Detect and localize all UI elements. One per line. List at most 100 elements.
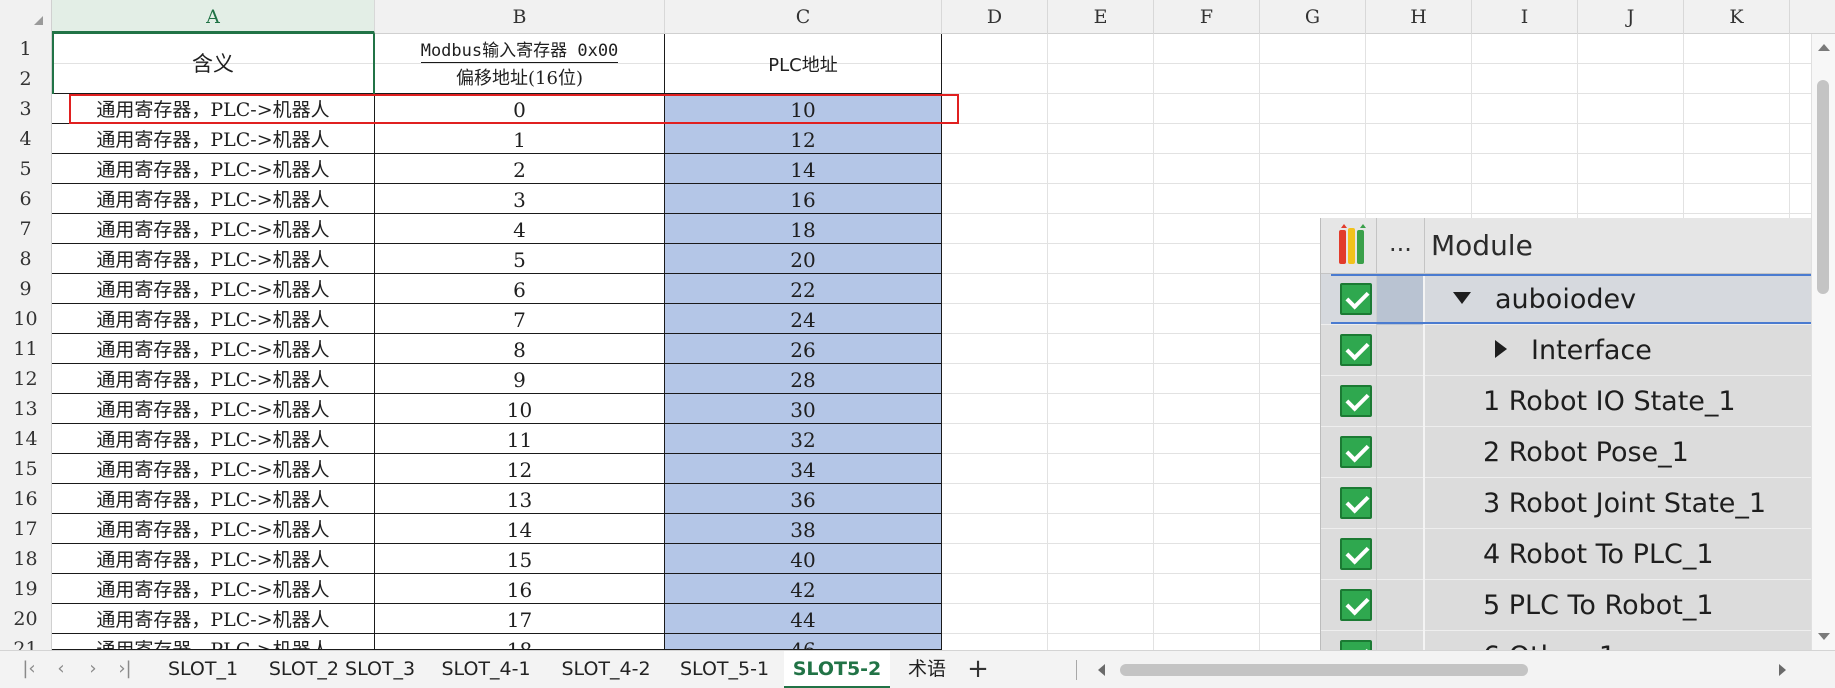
module-row[interactable]: auboiodev (1321, 274, 1811, 325)
row-header-2[interactable]: 2 (0, 64, 52, 94)
module-row[interactable]: Interface (1321, 325, 1811, 376)
sheet-tab[interactable]: SLOT5-2 (784, 651, 890, 688)
module-row[interactable]: 3 Robot Joint State_1 (1321, 478, 1811, 529)
offset-cell[interactable]: 14 (375, 514, 665, 544)
meaning-cell[interactable]: 通用寄存器，PLC->机器人 (52, 184, 375, 214)
offset-cell[interactable]: 10 (375, 394, 665, 424)
offset-cell[interactable]: 12 (375, 454, 665, 484)
expand-down-icon[interactable] (1453, 291, 1471, 304)
sheet-tab[interactable]: SLOT_4-1 (427, 651, 545, 688)
module-name-cell[interactable]: 5 PLC To Robot_1 (1425, 580, 1811, 631)
enabled-checkbox-cell[interactable] (1331, 274, 1377, 325)
offset-cell[interactable]: 13 (375, 484, 665, 514)
meaning-cell[interactable]: 通用寄存器，PLC->机器人 (52, 274, 375, 304)
plc-address-cell[interactable]: 18 (665, 214, 942, 244)
module-name-cell[interactable]: auboiodev (1425, 274, 1811, 325)
vertical-scroll-thumb[interactable] (1817, 80, 1829, 294)
scroll-up-icon[interactable] (1818, 44, 1830, 51)
row-header-13[interactable]: 13 (0, 394, 52, 424)
tools-icon[interactable] (1331, 218, 1377, 274)
module-name-cell[interactable]: 3 Robot Joint State_1 (1425, 478, 1811, 529)
module-row[interactable]: 4 Robot To PLC_1 (1321, 529, 1811, 580)
column-header-k[interactable]: K (1684, 0, 1790, 34)
module-column-title[interactable]: Module (1431, 218, 1533, 274)
meaning-cell[interactable]: 通用寄存器，PLC->机器人 (52, 454, 375, 484)
enabled-checkbox-cell[interactable] (1331, 580, 1377, 631)
row-header-7[interactable]: 7 (0, 214, 52, 244)
prev-sheet-icon[interactable]: ‹ (46, 651, 76, 688)
expand-right-icon[interactable] (1495, 339, 1507, 358)
first-sheet-icon[interactable]: |‹ (14, 651, 44, 688)
scroll-right-icon[interactable] (1779, 664, 1786, 676)
column-header-i[interactable]: I (1472, 0, 1578, 34)
row-header-18[interactable]: 18 (0, 544, 52, 574)
meaning-cell[interactable]: 通用寄存器，PLC->机器人 (52, 334, 375, 364)
plc-address-cell[interactable]: 24 (665, 304, 942, 334)
meaning-cell[interactable]: 通用寄存器，PLC->机器人 (52, 304, 375, 334)
row-header-11[interactable]: 11 (0, 334, 52, 364)
add-sheet-icon[interactable]: + (963, 651, 993, 688)
row-header-21[interactable]: 21 (0, 634, 52, 660)
row-header-4[interactable]: 4 (0, 124, 52, 154)
column-header-j[interactable]: J (1578, 0, 1684, 34)
offset-cell[interactable]: 18 (375, 634, 665, 650)
meaning-cell[interactable]: 通用寄存器，PLC->机器人 (52, 364, 375, 394)
plc-address-cell[interactable]: 32 (665, 424, 942, 454)
enabled-checkbox-cell[interactable] (1331, 529, 1377, 580)
header-modbus-cell[interactable]: Modbus输入寄存器 0x00 (375, 34, 665, 64)
header-plc-cell[interactable]: PLC地址 (665, 34, 942, 94)
sheet-tab[interactable]: 术语 (892, 651, 962, 688)
offset-cell[interactable]: 16 (375, 574, 665, 604)
offset-cell[interactable]: 17 (375, 604, 665, 634)
plc-address-cell[interactable]: 46 (665, 634, 942, 650)
column-header-h[interactable]: H (1366, 0, 1472, 34)
sheet-tab[interactable]: SLOT_1 (150, 651, 256, 688)
checked-checkbox-icon[interactable] (1340, 385, 1372, 417)
plc-address-cell[interactable]: 38 (665, 514, 942, 544)
meaning-cell[interactable]: 通用寄存器，PLC->机器人 (52, 154, 375, 184)
enabled-checkbox-cell[interactable] (1331, 631, 1377, 650)
offset-cell[interactable]: 7 (375, 304, 665, 334)
header-offset-cell[interactable]: 偏移地址(16位) (375, 64, 665, 94)
checked-checkbox-icon[interactable] (1340, 283, 1372, 315)
plc-address-cell[interactable]: 16 (665, 184, 942, 214)
column-header-b[interactable]: B (375, 0, 665, 34)
module-name-cell[interactable]: 6 Other_1 (1425, 631, 1811, 650)
checked-checkbox-icon[interactable] (1340, 487, 1372, 519)
enabled-checkbox-cell[interactable] (1331, 478, 1377, 529)
offset-cell[interactable]: 9 (375, 364, 665, 394)
module-name-cell[interactable]: 1 Robot IO State_1 (1425, 376, 1811, 427)
module-row[interactable]: 1 Robot IO State_1 (1321, 376, 1811, 427)
enabled-checkbox-cell[interactable] (1331, 376, 1377, 427)
plc-address-cell[interactable]: 40 (665, 544, 942, 574)
plc-address-cell[interactable]: 34 (665, 454, 942, 484)
row-header-15[interactable]: 15 (0, 454, 52, 484)
plc-address-cell[interactable]: 36 (665, 484, 942, 514)
plc-address-cell[interactable]: 28 (665, 364, 942, 394)
module-row[interactable]: 6 Other_1 (1321, 631, 1811, 650)
row-header-1[interactable]: 1 (0, 34, 52, 64)
offset-cell[interactable]: 8 (375, 334, 665, 364)
column-header-a[interactable]: A (52, 0, 375, 34)
module-row[interactable]: 2 Robot Pose_1 (1321, 427, 1811, 478)
meaning-cell[interactable]: 通用寄存器，PLC->机器人 (52, 544, 375, 574)
plc-address-cell[interactable]: 30 (665, 394, 942, 424)
column-header-g[interactable]: G (1260, 0, 1366, 34)
checked-checkbox-icon[interactable] (1340, 640, 1372, 650)
sheet-tab[interactable]: SLOT_5-1 (666, 651, 783, 688)
sheet-tab[interactable]: SLOT_4-2 (547, 651, 665, 688)
scroll-down-icon[interactable] (1818, 633, 1830, 640)
module-name-cell[interactable]: Interface (1425, 325, 1811, 376)
row-header-17[interactable]: 17 (0, 514, 52, 544)
meaning-cell[interactable]: 通用寄存器，PLC->机器人 (52, 214, 375, 244)
plc-address-cell[interactable]: 42 (665, 574, 942, 604)
column-header-c[interactable]: C (665, 0, 942, 34)
select-all-corner[interactable] (0, 0, 52, 34)
plc-address-cell[interactable]: 14 (665, 154, 942, 184)
row-header-19[interactable]: 19 (0, 574, 52, 604)
offset-cell[interactable]: 2 (375, 154, 665, 184)
meaning-cell[interactable]: 通用寄存器，PLC->机器人 (52, 424, 375, 454)
row-header-14[interactable]: 14 (0, 424, 52, 454)
module-name-cell[interactable]: 2 Robot Pose_1 (1425, 427, 1811, 478)
horizontal-scrollbar[interactable] (1092, 660, 1792, 680)
